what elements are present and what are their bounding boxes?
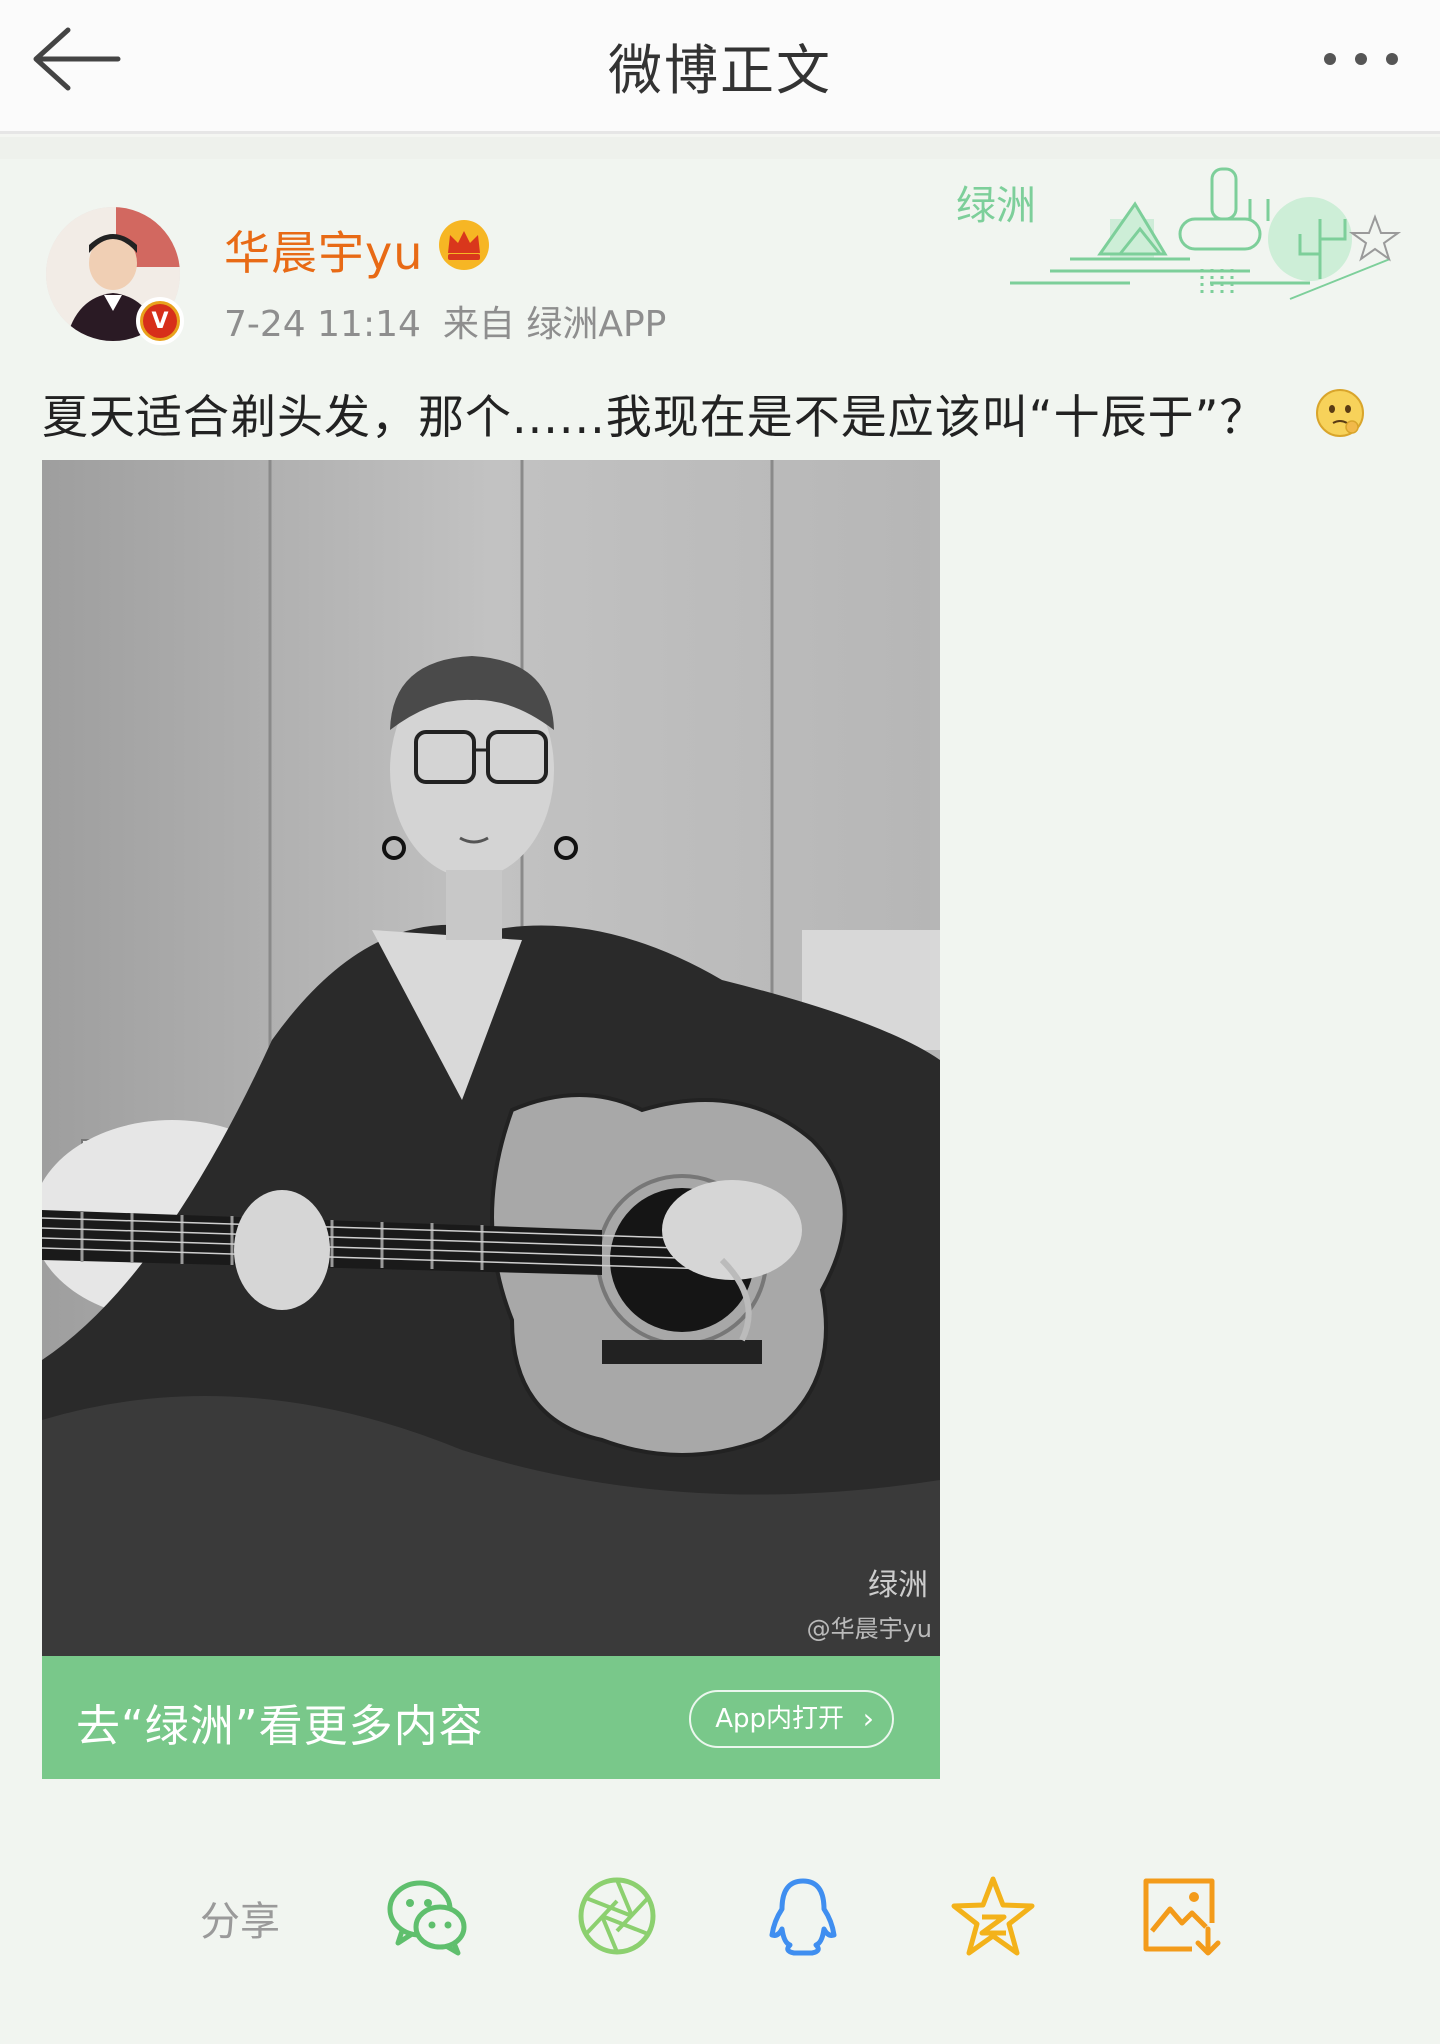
share-label: 分享 (200, 1899, 280, 1945)
open-oasis-banner[interactable]: 去“绿洲”看更多内容 App内打开 › (42, 1656, 940, 1779)
post-photo-illustration (42, 460, 940, 1656)
open-in-app-button[interactable]: App内打开 › (689, 1690, 894, 1748)
post-source[interactable]: 来自 绿洲APP (443, 304, 667, 345)
username[interactable]: 华晨宇yu (224, 217, 423, 283)
verified-badge-icon: V (136, 297, 184, 345)
post-meta: 7-24 11:14 来自 绿洲APP (224, 295, 666, 347)
open-in-app-label: App内打开 (715, 1704, 844, 1734)
oasis-decoration-icon: 绿洲 (956, 167, 1402, 300)
page-title: 微博正文 (608, 39, 832, 102)
section-divider (0, 137, 1440, 159)
banner-text: 去“绿洲”看更多内容 (76, 1701, 484, 1752)
qq-icon[interactable] (758, 1871, 848, 1961)
thinking-emoji-icon (1316, 389, 1364, 437)
top-bar: 微博正文 (0, 0, 1440, 134)
save-image-icon[interactable] (1136, 1871, 1226, 1961)
chevron-right-icon: › (862, 1702, 874, 1735)
image-watermark-brand: 绿洲 (868, 1568, 928, 1603)
post-card: 绿洲 V 华晨宇yu 7-24 11:14 来自 绿洲APP 夏天适合剃头发，那个… (0, 159, 1440, 2044)
crown-icon[interactable] (436, 217, 492, 273)
post-text: 夏天适合剃头发，那个......我现在是不是应该叫“十辰于”？ (42, 390, 1267, 444)
moments-icon[interactable] (572, 1871, 662, 1961)
wechat-icon[interactable] (382, 1871, 472, 1961)
more-options-icon[interactable] (1316, 36, 1406, 82)
oasis-deco-text: 绿洲 (956, 183, 1036, 229)
image-watermark-user: @华晨宇yu (806, 1615, 932, 1643)
qzone-icon[interactable] (948, 1871, 1038, 1961)
post-image[interactable]: 绿洲 @华晨宇yu (42, 460, 940, 1656)
post-timestamp: 7-24 11:14 (224, 304, 421, 345)
